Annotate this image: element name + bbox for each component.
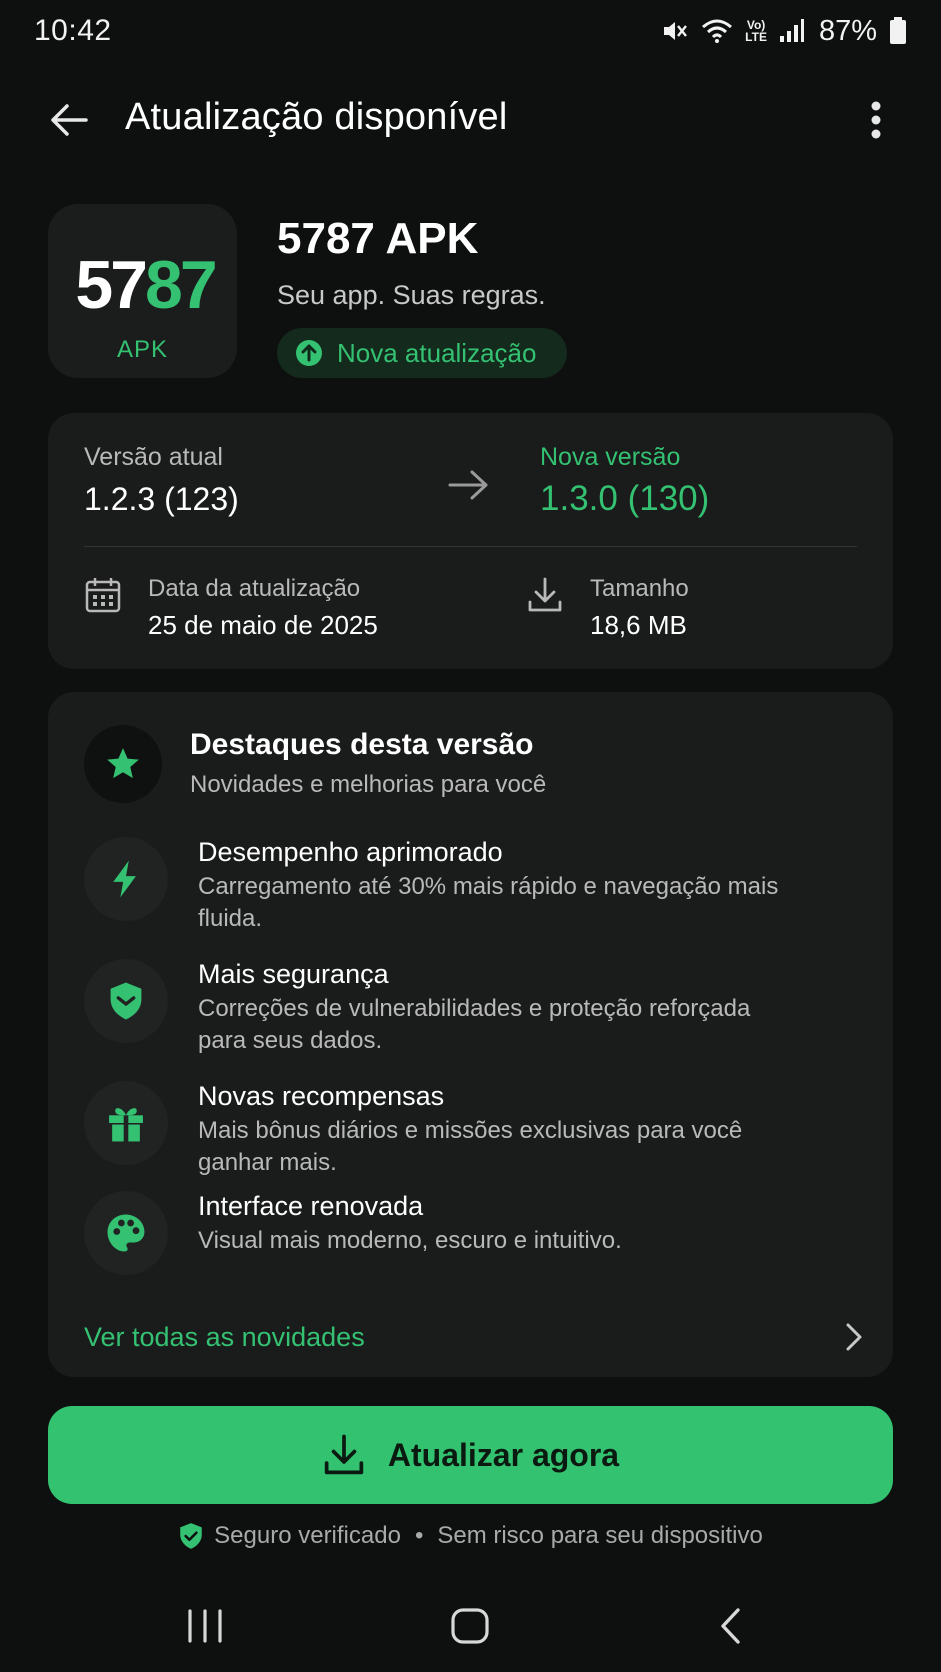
highlights-card: Destaques desta versão Novidades e melho… <box>48 692 893 1377</box>
home-button[interactable] <box>440 1602 500 1650</box>
system-nav-bar <box>0 1590 941 1660</box>
arrow-up-circle-icon <box>296 340 322 366</box>
top-app-bar: Atualização disponível <box>0 78 941 162</box>
new-version-label: Nova versão <box>540 443 681 471</box>
download-icon <box>324 1434 364 1475</box>
new-version-value: 1.3.0 (130) <box>540 479 710 518</box>
back-button[interactable] <box>46 98 92 142</box>
status-time: 10:42 <box>34 14 112 47</box>
status-icons: Vo) LTE 87% <box>661 15 907 48</box>
page-title: Atualização disponível <box>125 96 508 138</box>
feature-desc: Visual mais moderno, escuro e intuitivo. <box>198 1227 622 1254</box>
feature-icon-wrap <box>84 1191 168 1275</box>
feature-desc: Correções de vulnerabilidades e proteção… <box>198 995 751 1054</box>
chevron-right-icon <box>846 1323 862 1351</box>
update-date-value: 25 de maio de 2025 <box>148 610 378 640</box>
battery-percent: 87% <box>818 14 877 47</box>
feature-desc: Carregamento até 30% mais rápido e naveg… <box>198 873 779 932</box>
bolt-icon <box>113 860 136 898</box>
version-card: Versão atual 1.2.3 (123) Nova versão 1.3… <box>48 413 893 669</box>
app-icon: 5787 APK <box>48 204 237 378</box>
update-now-label: Atualizar agora <box>387 1436 620 1473</box>
app-icon-sub: APK <box>116 336 169 363</box>
current-version-value: 1.2.3 (123) <box>84 481 239 517</box>
signal-icon <box>779 19 805 43</box>
feature-desc: Mais bônus diários e missões exclusivas … <box>198 1117 743 1176</box>
size-value: 18,6 MB <box>590 610 687 640</box>
highlights-title: Destaques desta versão <box>190 728 534 761</box>
size-label: Tamanho <box>590 575 689 602</box>
battery-icon <box>889 17 907 45</box>
wifi-icon <box>701 18 733 44</box>
feature-icon-wrap <box>84 959 168 1043</box>
star-icon <box>107 748 139 779</box>
feature-title: Mais segurança <box>198 959 389 989</box>
safety-note: Seguro verificado • Sem risco para seu d… <box>0 1522 941 1550</box>
feature-title: Desempenho aprimorado <box>198 837 503 867</box>
see-all-label: Ver todas as novidades <box>84 1321 365 1352</box>
feature-icon-wrap <box>84 1081 168 1165</box>
recent-apps-button[interactable] <box>175 1602 235 1650</box>
feature-title: Novas recompensas <box>198 1081 445 1111</box>
separator-dot: • <box>414 1522 424 1549</box>
more-vert-icon <box>871 101 881 139</box>
volte-indicator: Vo) LTE <box>745 18 767 44</box>
app-name: 5787 APK <box>277 214 479 263</box>
arrow-left-icon <box>51 104 88 136</box>
shield-icon <box>110 982 142 1020</box>
update-now-button[interactable]: Atualizar agora <box>48 1406 893 1504</box>
status-bar: 10:42 Vo) LTE 87% <box>0 0 941 62</box>
palette-icon <box>107 1214 145 1252</box>
shield-check-icon <box>180 1523 202 1549</box>
feature-item: Interface renovada Visual mais moderno, … <box>84 1191 864 1291</box>
system-back-button[interactable] <box>700 1602 760 1650</box>
feature-item: Desempenho aprimorado Carregamento até 3… <box>84 837 864 937</box>
app-tagline: Seu app. Suas regras. <box>277 280 546 310</box>
arrow-right-icon <box>448 470 488 500</box>
gift-icon <box>109 1108 143 1142</box>
highlights-icon-wrap <box>84 725 162 803</box>
new-update-badge: Nova atualização <box>277 328 567 378</box>
no-risk-text: Sem risco para seu dispositivo <box>437 1522 763 1549</box>
mute-vibrate-icon <box>661 17 689 45</box>
update-date-label: Data da atualização <box>148 575 361 602</box>
feature-icon-wrap <box>84 837 168 921</box>
back-chevron-icon <box>721 1608 740 1644</box>
app-icon-logo: 5787 <box>75 247 217 323</box>
divider <box>84 546 857 547</box>
feature-item: Novas recompensas Mais bônus diários e m… <box>84 1081 864 1181</box>
feature-item: Mais segurança Correções de vulnerabilid… <box>84 959 864 1059</box>
recent-apps-icon <box>188 1609 222 1643</box>
calendar-icon <box>85 578 121 613</box>
feature-title: Interface renovada <box>198 1191 424 1221</box>
highlights-subtitle: Novidades e melhorias para você <box>190 771 547 798</box>
current-version-label: Versão atual <box>84 443 223 471</box>
see-all-link[interactable]: Ver todas as novidades <box>84 1312 864 1362</box>
home-icon <box>451 1608 489 1644</box>
more-options-button[interactable] <box>860 96 892 144</box>
download-icon <box>528 577 562 612</box>
safe-verified-text: Seguro verificado <box>214 1522 401 1549</box>
